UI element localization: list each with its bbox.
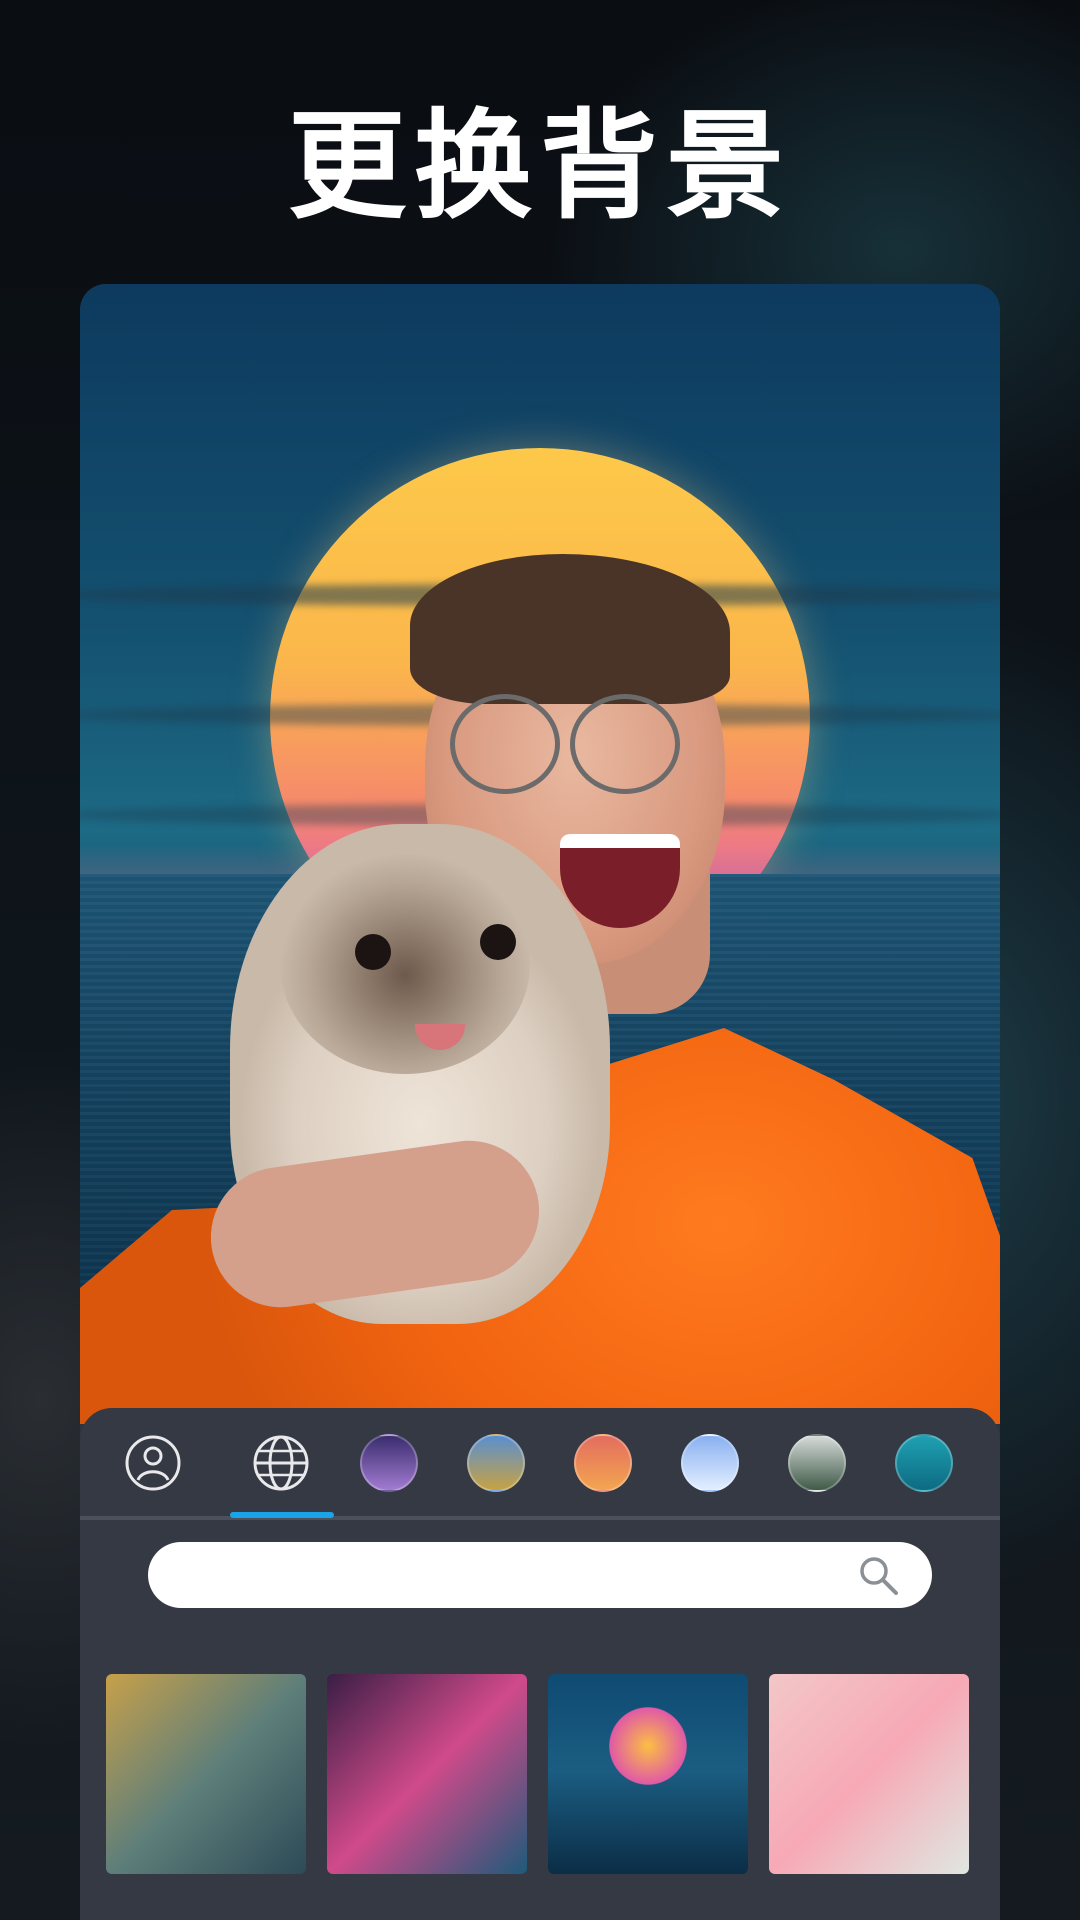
- search-icon[interactable]: [856, 1553, 900, 1597]
- background-tile-neon-leaves[interactable]: [327, 1674, 527, 1874]
- hair: [410, 554, 730, 704]
- background-grid: [106, 1674, 976, 1874]
- globe-icon: [253, 1435, 309, 1491]
- person-icon: [125, 1435, 181, 1491]
- background-panel: [80, 1408, 1000, 1920]
- tab-person[interactable]: [124, 1434, 182, 1492]
- tab-globe[interactable]: [252, 1434, 310, 1492]
- search-input[interactable]: [180, 1541, 856, 1609]
- tab-sunset-sea[interactable]: [574, 1434, 632, 1492]
- tab-purple-sky[interactable]: [360, 1434, 418, 1492]
- tab-foggy-forest[interactable]: [788, 1434, 846, 1492]
- pug-face: [280, 854, 530, 1074]
- tab-crystal[interactable]: [681, 1434, 739, 1492]
- background-tile-pink-clouds[interactable]: [769, 1674, 969, 1874]
- glasses-right: [570, 694, 680, 794]
- active-tab-indicator: [230, 1512, 334, 1518]
- glasses-left: [450, 694, 560, 794]
- tabs-divider: [80, 1516, 1000, 1520]
- phone-screen: [80, 284, 1000, 1920]
- background-tile-gold-marble[interactable]: [106, 1674, 306, 1874]
- subject-person-with-dog: [80, 284, 1000, 1424]
- headline: 更换背景: [287, 97, 792, 235]
- tab-teal-stars[interactable]: [895, 1434, 953, 1492]
- tab-landscape-sky[interactable]: [467, 1434, 525, 1492]
- category-tabs: [80, 1408, 1000, 1518]
- search-bar[interactable]: [148, 1541, 932, 1609]
- preview-photo: [80, 284, 1000, 1424]
- background-tile-sun-over-sea[interactable]: [548, 1674, 748, 1874]
